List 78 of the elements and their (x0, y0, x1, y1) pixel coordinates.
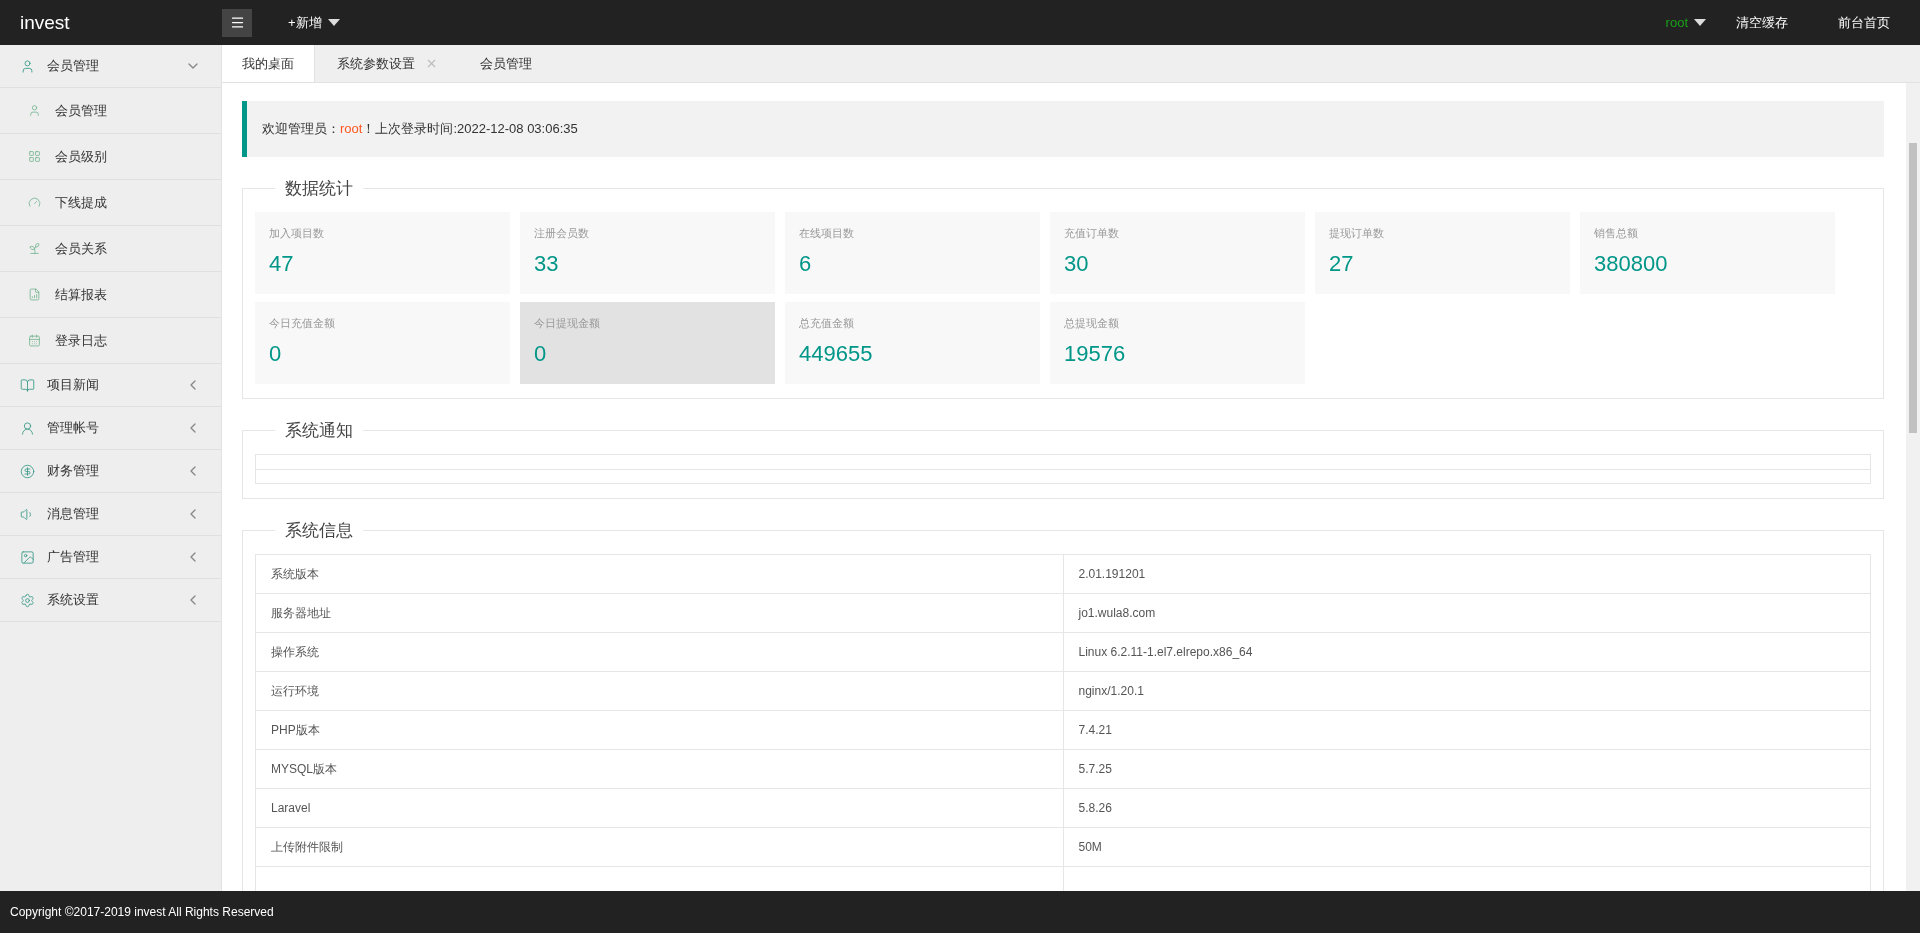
stat-value: 30 (1064, 251, 1090, 277)
menu-button[interactable] (222, 8, 252, 37)
stat-label: 今日提现金额 (534, 316, 601, 331)
sidebar-subitem[interactable]: 登录日志 (0, 318, 221, 364)
table-cell: 系统版本 (255, 554, 1063, 594)
table-cell: 2.01.191201 (1063, 554, 1871, 594)
welcome-text: 欢迎管理员：root！上次登录时间:2022-12-08 03:06:35 (262, 121, 578, 136)
panel-title: 系统通知 (284, 420, 354, 442)
stat-label: 在线项目数 (799, 226, 855, 241)
menu-icon (229, 15, 245, 30)
sidebar-subitem[interactable]: 会员关系 (0, 226, 221, 272)
stat-value: 19576 (1064, 341, 1127, 367)
sidebar-item[interactable]: 会员管理 (0, 45, 221, 88)
stat-label: 今日充值金额 (269, 316, 336, 331)
sidebar-subitem[interactable]: 会员管理 (0, 88, 221, 134)
sidebar-subitem[interactable]: 会员级别 (0, 134, 221, 180)
tab[interactable]: 系统参数设置 (315, 45, 458, 82)
table-cell: jo1.wula8.com (1063, 593, 1871, 633)
gauge-icon (28, 196, 41, 209)
table-cell: 上传附件限制 (255, 827, 1063, 867)
header-link[interactable]: 清空缓存 (1736, 13, 1788, 32)
image-icon (20, 549, 35, 565)
sidebar-item[interactable]: 广告管理 (0, 536, 221, 579)
person-icon (28, 104, 41, 117)
table-cell: PHP版本 (255, 710, 1063, 750)
plant-icon (28, 242, 41, 255)
grid-icon (28, 150, 41, 163)
table-cell: Linux 6.2.11-1.el7.elrepo.x86_64 (1063, 632, 1871, 672)
stat-value: 47 (269, 251, 295, 277)
stat-value: 449655 (799, 341, 874, 367)
table-cell: 运行环境 (255, 671, 1063, 711)
stat-label: 充值订单数 (1064, 226, 1120, 241)
report-icon (28, 288, 41, 301)
stat-value: 6 (799, 251, 813, 277)
table-cell: 操作系统 (255, 632, 1063, 672)
sidebar-item[interactable]: 项目新闻 (0, 364, 221, 407)
calendar-icon (28, 334, 41, 347)
table-cell: 服务器地址 (255, 593, 1063, 633)
logo: invest (19, 11, 71, 34)
tab[interactable]: 我的桌面 (222, 45, 315, 82)
add-menu[interactable]: +新增 (288, 13, 340, 32)
stat-label: 提现订单数 (1329, 226, 1385, 241)
sidebar-item[interactable]: 系统设置 (0, 579, 221, 622)
stat-label: 总提现金额 (1064, 316, 1120, 331)
table-cell: MYSQL版本 (255, 749, 1063, 789)
stat-label: 总充值金额 (799, 316, 855, 331)
sidebar-item[interactable]: 财务管理 (0, 450, 221, 493)
panel-title: 数据统计 (284, 178, 354, 200)
table-cell: 5.8.26 (1063, 788, 1871, 828)
book-icon (20, 377, 35, 393)
sidebar-item[interactable]: 消息管理 (0, 493, 221, 536)
sidebar-item[interactable]: 管理帐号 (0, 407, 221, 450)
table-cell: Laravel (255, 788, 1063, 828)
person-icon (20, 58, 35, 74)
stat-value: 33 (534, 251, 560, 277)
user-menu[interactable]: root (1665, 15, 1706, 30)
settings-icon (20, 592, 35, 608)
close-icon[interactable] (425, 57, 438, 70)
panel-title: 系统信息 (284, 520, 354, 542)
stat-label: 加入项目数 (269, 226, 325, 241)
header-link[interactable]: 前台首页 (1838, 13, 1890, 32)
stat-label: 注册会员数 (534, 226, 590, 241)
table-cell: 7.4.21 (1063, 710, 1871, 750)
coin-icon (20, 463, 35, 479)
table-cell: nginx/1.20.1 (1063, 671, 1871, 711)
tab[interactable]: 会员管理 (458, 45, 552, 82)
stat-value: 380800 (1594, 251, 1669, 277)
stat-value: 0 (269, 341, 283, 367)
sidebar-subitem[interactable]: 下线提成 (0, 180, 221, 226)
copyright-text: Copyright ©2017-2019 invest All Rights Reserved (10, 905, 274, 919)
stat-value: 27 (1329, 251, 1355, 277)
person-icon (20, 420, 35, 436)
scrollbar[interactable] (1906, 83, 1920, 891)
stat-label: 销售总额 (1594, 226, 1639, 241)
stat-value: 0 (534, 341, 548, 367)
sidebar-subitem[interactable]: 结算报表 (0, 272, 221, 318)
table-cell: 5.7.25 (1063, 749, 1871, 789)
table-cell: 50M (1063, 827, 1871, 867)
